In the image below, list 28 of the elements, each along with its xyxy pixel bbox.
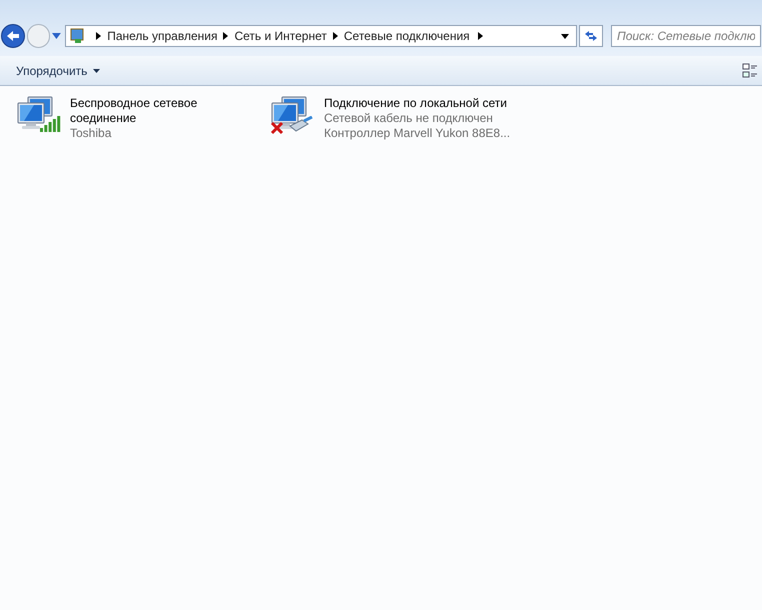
connection-name: Подключение по локальной сети bbox=[324, 96, 508, 111]
breadcrumb-arrow-icon[interactable] bbox=[96, 32, 102, 40]
breadcrumb-arrow-icon[interactable] bbox=[478, 32, 483, 40]
connection-detail: Сетевой кабель не подключен bbox=[324, 111, 494, 126]
search-field[interactable]: Поиск: Сетевые подклю bbox=[611, 25, 762, 47]
breadcrumb-item[interactable]: Сетевые подключения bbox=[344, 27, 470, 45]
breadcrumb-item[interactable]: Сеть и Интернет bbox=[234, 27, 327, 45]
connection-detail: Toshiba bbox=[70, 126, 112, 141]
organize-button[interactable]: Упорядочить bbox=[16, 62, 100, 80]
breadcrumb-arrow-icon[interactable] bbox=[332, 32, 338, 40]
connection-item[interactable]: Подключение по локальной сети Сетевой кабель не подключен Контроллер Marvell Yukon 88E8... bbox=[270, 96, 516, 141]
cable-plug-icon bbox=[288, 116, 314, 132]
address-bar[interactable]: Панель управления Сеть и Интернет Сетевые подключения bbox=[65, 25, 578, 47]
connection-name: Беспроводное сетевое соединение bbox=[70, 96, 198, 126]
signal-bars-icon bbox=[40, 116, 62, 132]
back-button[interactable] bbox=[1, 24, 25, 48]
connection-detail: Контроллер Marvell Yukon 88E8... bbox=[324, 126, 510, 141]
left-arrow-icon bbox=[6, 30, 20, 42]
cross-mark-icon bbox=[270, 121, 284, 135]
dropdown-caret-icon[interactable] bbox=[561, 34, 570, 38]
view-options-icon[interactable] bbox=[742, 62, 758, 78]
caret-icon bbox=[93, 68, 100, 72]
refresh-arrows-icon bbox=[584, 30, 598, 42]
connection-item[interactable]: Беспроводное сетевое соединение Toshiba bbox=[16, 96, 262, 141]
breadcrumb-arrow-icon[interactable] bbox=[223, 32, 228, 40]
control-panel-icon bbox=[70, 28, 86, 44]
refresh-button[interactable] bbox=[579, 25, 604, 47]
breadcrumb-item[interactable]: Панель управления bbox=[107, 27, 218, 45]
